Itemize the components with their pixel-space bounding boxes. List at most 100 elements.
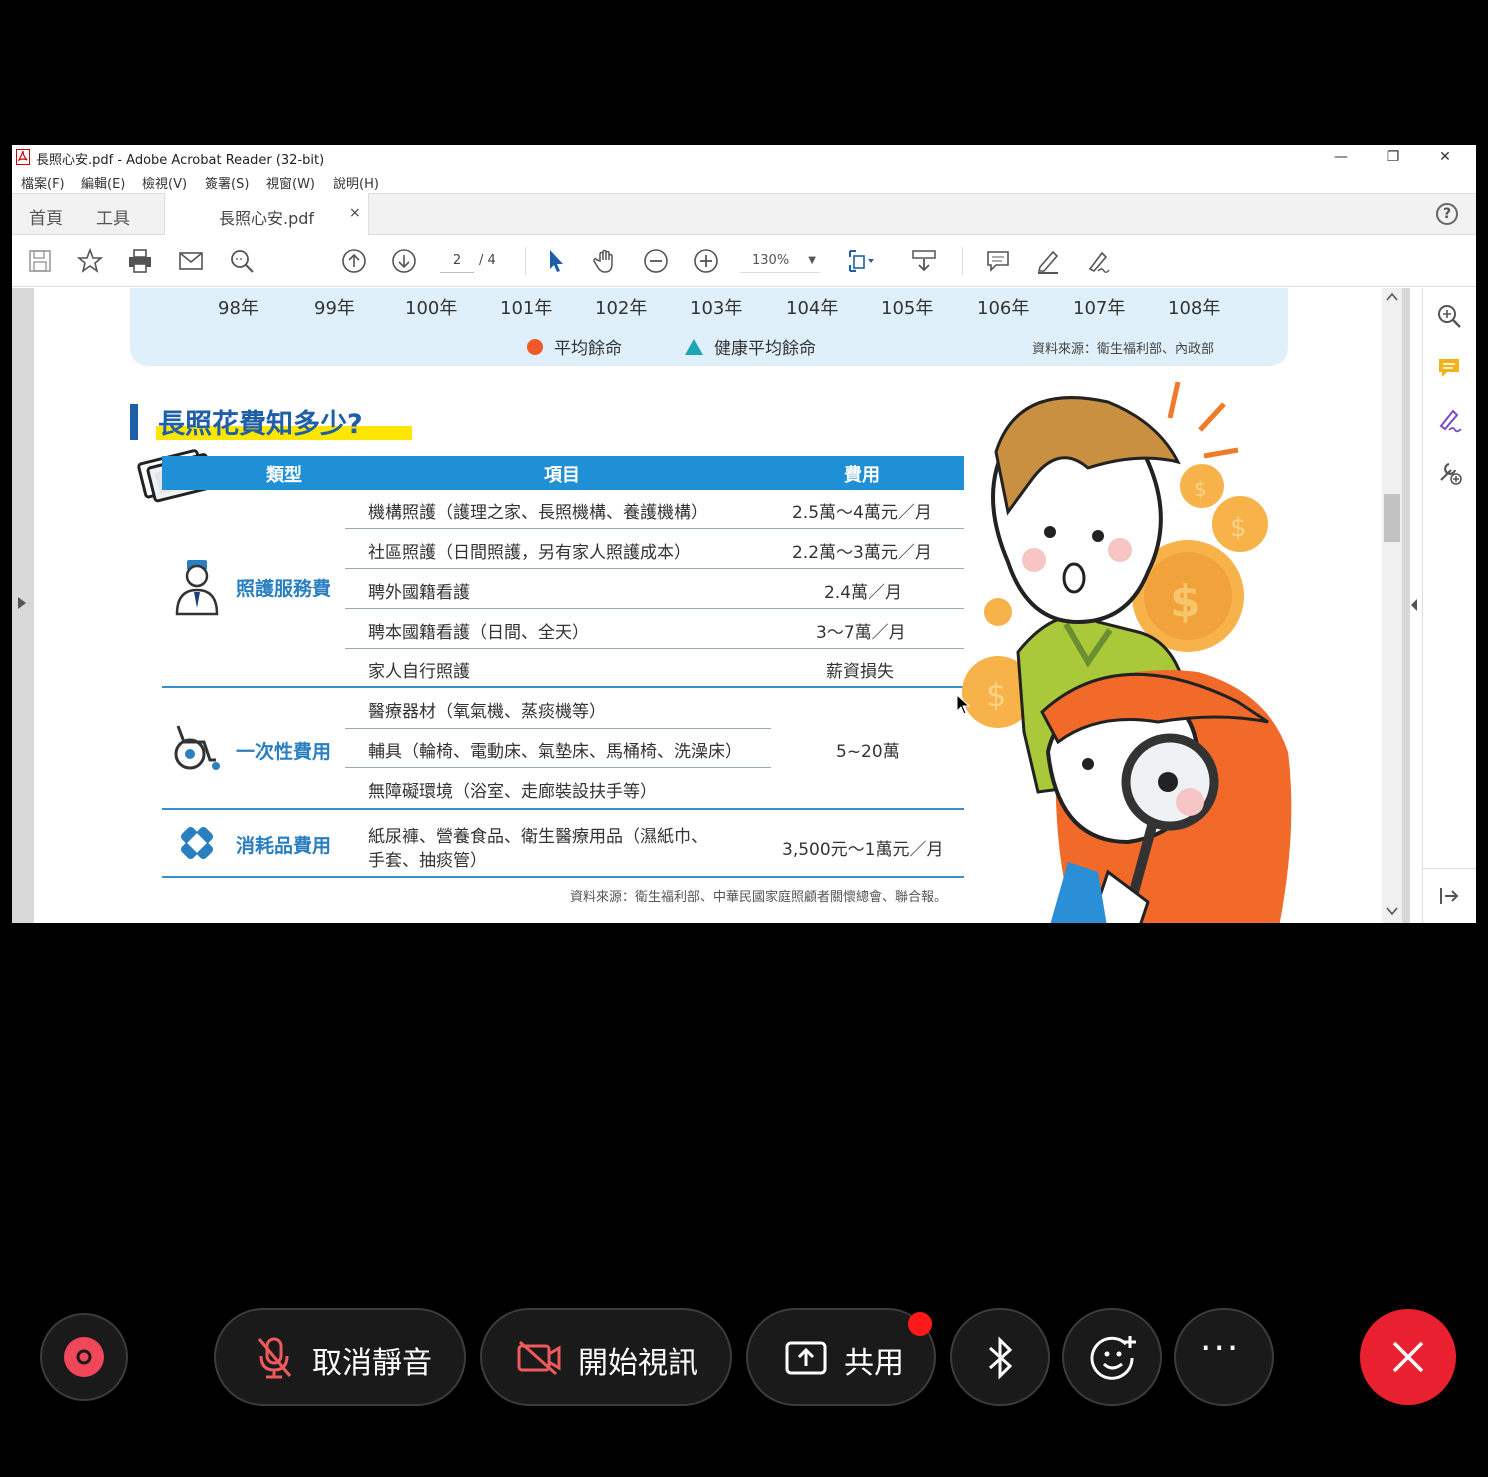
close-window-button[interactable]: ✕ [1422,145,1468,169]
tab-document[interactable]: 長照心安.pdf × [164,193,369,235]
menu-view[interactable]: 檢視(V) [142,173,187,192]
year-label: 106年 [977,298,1030,319]
title-accent-bar [130,404,138,440]
sign-pen-icon[interactable] [1084,247,1112,275]
bookmark-star-icon[interactable] [76,247,104,275]
add-reaction-icon [1090,1336,1136,1380]
email-icon[interactable] [177,247,205,275]
table-row-item: 紙尿褲、營養食品、衛生醫療用品（濕紙巾、 [368,827,708,847]
acrobat-window: 長照心安.pdf - Adobe Acrobat Reader (32-bit)… [12,145,1476,923]
start-video-label: 開始視訊 [578,1346,698,1381]
next-page-icon[interactable] [390,247,418,275]
page-number-input[interactable]: 2 [440,249,474,273]
record-button[interactable] [40,1313,128,1401]
fit-page-icon[interactable] [846,247,874,275]
legend-circle-marker [527,339,543,355]
table-row-cost: 2.5萬～4萬元／月 [792,503,932,523]
reactions-button[interactable] [1062,1308,1162,1406]
caregiver-icon [175,560,219,616]
select-cursor-icon[interactable] [542,247,570,275]
bluetooth-button[interactable] [950,1308,1050,1406]
year-label: 100年 [405,298,458,319]
row-divider [345,648,964,649]
year-label: 105年 [881,298,934,319]
search-zoom-icon[interactable] [228,247,256,275]
left-panel-toggle-icon[interactable] [16,596,28,610]
right-panel-toggle-icon[interactable] [1409,598,1419,612]
table-row-item: 醫療器材（氧氣機、蒸痰機等） [368,702,606,722]
header-cost: 費用 [844,465,880,486]
zoom-dropdown[interactable]: 130% ▼ [740,249,820,273]
row-divider [345,608,964,609]
more-options-button[interactable]: ··· [1174,1308,1274,1406]
cartoon-illustration: $ $ $ $ [962,381,1292,923]
table-row-item: 家人自行照護 [368,662,470,682]
table-row-cost: 薪資損失 [826,662,894,682]
legend-label: 健康平均餘命 [714,339,816,359]
zoom-in-icon[interactable] [692,247,720,275]
row-divider [345,528,964,529]
legend-triangle-marker [685,339,703,355]
year-label: 102年 [595,298,648,319]
row-divider [345,728,771,729]
header-type: 類型 [266,465,302,486]
zoom-out-icon[interactable] [642,247,670,275]
category-care: 照護服務費 [236,578,332,600]
scroll-up-icon[interactable] [1386,292,1398,302]
tab-tools[interactable]: 工具 [96,204,130,229]
fill-sign-icon[interactable] [1435,406,1463,434]
hand-tool-icon[interactable] [592,247,620,275]
chart-footer-panel: 98年 99年 100年 101年 102年 103年 104年 105年 10… [130,288,1288,366]
window-title: 長照心安.pdf - Adobe Acrobat Reader (32-bit) [36,153,325,168]
toolbar-divider [525,247,526,275]
start-video-button[interactable]: 開始視訊 [480,1308,732,1406]
more-icon: ··· [1200,1328,1241,1369]
tab-home[interactable]: 首頁 [29,204,63,229]
title-bar: 長照心安.pdf - Adobe Acrobat Reader (32-bit)… [12,145,1476,169]
scrollbar-thumb[interactable] [1384,494,1400,542]
menu-edit[interactable]: 編輯(E) [81,173,125,192]
table-row-cost: 3～7萬／月 [816,623,906,643]
close-tab-icon[interactable]: × [349,205,361,221]
save-icon[interactable] [26,247,54,275]
close-icon [1392,1341,1424,1373]
category-consumable: 消耗品費用 [236,835,332,857]
menu-bar: 檔案(F) 編輯(E) 檢視(V) 簽署(S) 視窗(W) 說明(H) [12,169,1476,193]
highlight-pen-icon[interactable] [1034,247,1062,275]
comment-tool-icon[interactable] [1435,354,1463,382]
menu-file[interactable]: 檔案(F) [21,173,65,192]
share-screen-icon [785,1341,827,1375]
meeting-controls-bar: 取消靜音 開始視訊 共用 ··· [0,1300,1488,1420]
scroll-mode-icon[interactable] [910,247,938,275]
comment-icon[interactable] [984,247,1012,275]
unmute-button[interactable]: 取消靜音 [214,1308,466,1406]
year-label: 101年 [500,298,553,319]
menu-help[interactable]: 說明(H) [333,173,379,192]
table-row-cost: 3,500元～1萬元／月 [782,840,944,860]
year-label: 99年 [314,298,355,319]
restore-button[interactable]: ❐ [1370,145,1416,169]
minimize-button[interactable]: — [1318,145,1364,169]
document-viewport[interactable]: 98年 99年 100年 101年 102年 103年 104年 105年 10… [12,288,1410,923]
more-tools-icon[interactable] [1435,458,1463,486]
svg-text:$: $ [1230,513,1247,543]
print-icon[interactable] [126,247,154,275]
end-call-button[interactable] [1360,1309,1456,1405]
pdf-page: 98年 99年 100年 101年 102年 103年 104年 105年 10… [34,288,1384,923]
help-icon[interactable]: ? [1436,203,1458,225]
row-divider [345,767,771,768]
collapse-panel-icon[interactable] [1435,882,1463,910]
menu-sign[interactable]: 簽署(S) [205,173,249,192]
chevron-down-icon: ▼ [808,255,816,266]
vertical-scrollbar[interactable] [1382,288,1402,923]
scroll-down-icon[interactable] [1386,906,1398,916]
menu-window[interactable]: 視窗(W) [266,173,315,192]
svg-text:$: $ [986,676,1006,714]
zoom-value: 130% [752,253,790,268]
previous-page-icon[interactable] [340,247,368,275]
svg-text:$: $ [1194,477,1207,501]
year-label: 98年 [218,298,259,319]
group-divider [162,876,964,878]
enhance-scan-icon[interactable] [1435,302,1463,330]
record-icon [64,1337,104,1377]
